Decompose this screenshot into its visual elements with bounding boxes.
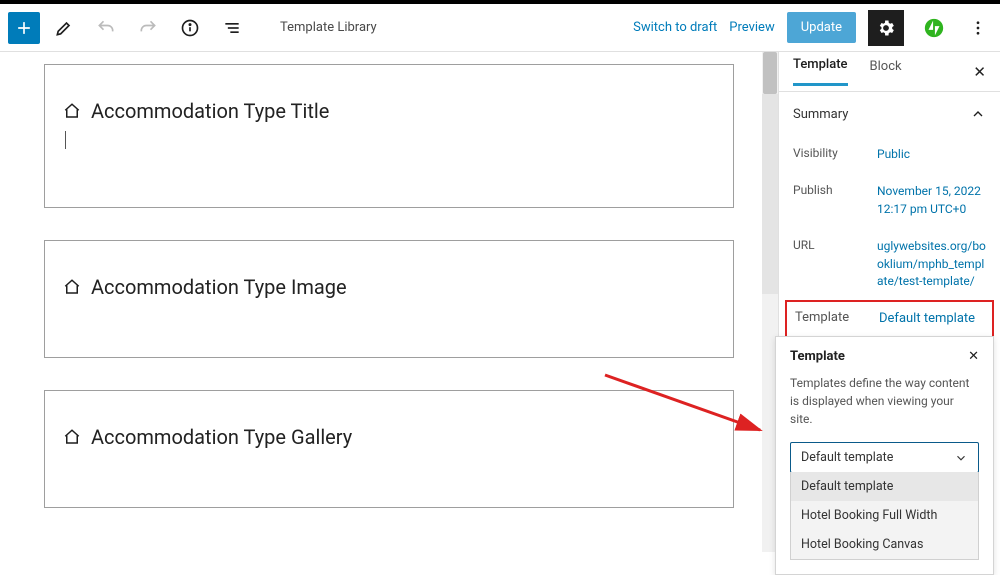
chevron-up-icon: [970, 106, 986, 122]
house-icon: [63, 278, 81, 296]
block-title: Accommodation Type Gallery: [91, 425, 352, 449]
settings-button[interactable]: [868, 10, 904, 46]
list-view-button[interactable]: [214, 10, 250, 46]
text-cursor: [65, 131, 66, 149]
house-icon: [63, 428, 81, 446]
template-popover-title: Template: [790, 349, 845, 364]
block-title: Accommodation Type Image: [91, 275, 347, 299]
summary-panel-toggle[interactable]: Summary: [779, 92, 1000, 136]
chevron-down-icon: [954, 451, 968, 465]
preview-button[interactable]: Preview: [729, 20, 774, 35]
undo-button[interactable]: [88, 10, 124, 46]
summary-label: Summary: [793, 107, 848, 122]
visibility-row[interactable]: Visibility Public: [779, 136, 1000, 173]
scroll-thumb[interactable]: [763, 52, 777, 94]
update-button[interactable]: Update: [787, 12, 856, 43]
url-row[interactable]: URL uglywebsites.org/booklium/mphb_templ…: [779, 228, 1000, 300]
jetpack-button[interactable]: [916, 10, 952, 46]
template-option[interactable]: Hotel Booking Full Width: [791, 501, 978, 530]
switch-to-draft-button[interactable]: Switch to draft: [633, 20, 717, 35]
tab-block[interactable]: Block: [870, 59, 902, 85]
tab-template[interactable]: Template: [793, 57, 848, 86]
edit-icon[interactable]: [46, 10, 82, 46]
info-button[interactable]: [172, 10, 208, 46]
document-title: Template Library: [280, 20, 377, 35]
settings-sidebar: Template Block ✕ Summary Visibility Publ…: [778, 52, 1000, 552]
block-title: Accommodation Type Title: [91, 99, 329, 123]
block-accommodation-gallery[interactable]: Accommodation Type Gallery: [44, 390, 734, 508]
block-accommodation-image[interactable]: Accommodation Type Image: [44, 240, 734, 358]
redo-button[interactable]: [130, 10, 166, 46]
template-value-link[interactable]: Default template: [879, 310, 975, 329]
template-option[interactable]: Hotel Booking Canvas: [791, 530, 978, 559]
template-popover: Template ✕ Templates define the way cont…: [775, 336, 994, 575]
more-options-button[interactable]: [964, 10, 992, 46]
template-option[interactable]: Default template: [791, 472, 978, 501]
block-accommodation-title[interactable]: Accommodation Type Title: [44, 64, 734, 208]
publish-row[interactable]: Publish November 15, 2022 12:17 pm UTC+0: [779, 173, 1000, 228]
add-block-button[interactable]: [8, 12, 40, 44]
template-popover-desc: Templates define the way content is disp…: [790, 374, 979, 428]
template-select-options: Default template Hotel Booking Full Widt…: [790, 472, 979, 560]
close-sidebar-button[interactable]: ✕: [973, 63, 986, 81]
template-row-highlight: Template Default template: [785, 300, 994, 339]
editor-topbar: Template Library Switch to draft Preview…: [0, 4, 1000, 52]
gear-icon: [876, 18, 896, 38]
close-popover-button[interactable]: ✕: [968, 349, 979, 364]
house-icon: [63, 102, 81, 120]
template-select[interactable]: Default template: [790, 442, 979, 473]
editor-canvas[interactable]: Accommodation Type Title Accommodation T…: [0, 52, 778, 552]
